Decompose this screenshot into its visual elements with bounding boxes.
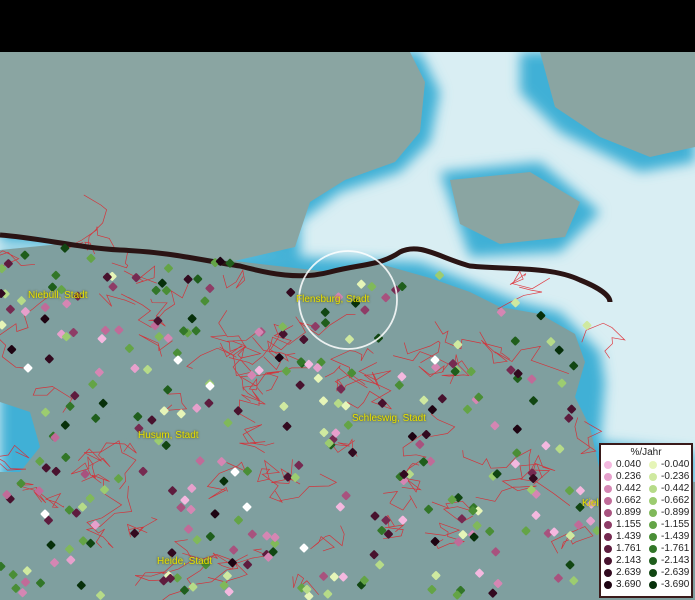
legend-entry: 0.899 [601, 507, 646, 519]
legend-label: 2.143 [616, 555, 642, 566]
legend-label: -3.690 [661, 579, 690, 590]
legend-label: 1.439 [616, 531, 642, 542]
legend-swatch [649, 497, 657, 505]
legend-swatch [649, 521, 657, 529]
legend-label: 0.899 [616, 507, 642, 518]
legend-entry: 1.155 [601, 519, 646, 531]
legend-label: -1.761 [661, 543, 690, 554]
legend-entry: -0.662 [646, 495, 691, 507]
legend-label: -0.662 [661, 495, 690, 506]
legend-label: -0.899 [661, 507, 690, 518]
legend-entry: -2.639 [646, 567, 691, 579]
legend-swatch [649, 545, 657, 553]
legend-swatch [649, 509, 657, 517]
legend-label: 0.662 [616, 495, 642, 506]
city-label-flensburg: Flensburg, Stadt [296, 294, 370, 305]
city-label-heide: Heide, Stadt [157, 556, 213, 567]
legend-entry: 2.639 [601, 567, 646, 579]
legend-swatch [604, 473, 612, 481]
legend-swatch [604, 521, 612, 529]
map-canvas[interactable] [0, 52, 695, 600]
top-bar [0, 0, 695, 52]
legend-label: -0.040 [661, 459, 690, 470]
legend-label: 0.040 [616, 459, 642, 470]
legend-swatch [649, 473, 657, 481]
legend-entry: 0.040 [601, 459, 646, 471]
legend-entry: -0.236 [646, 471, 691, 483]
legend-label: -1.439 [661, 531, 690, 542]
legend-entry: 0.442 [601, 483, 646, 495]
legend-swatch [649, 557, 657, 565]
legend-swatch [604, 461, 612, 469]
legend-swatch [649, 533, 657, 541]
legend-entry: 0.662 [601, 495, 646, 507]
legend-entry: 0.236 [601, 471, 646, 483]
legend-entry: 3.690 [601, 579, 646, 591]
legend-entry: -0.442 [646, 483, 691, 495]
legend-swatch [649, 485, 657, 493]
map-viewer: Niebüll, Stadt Flensburg, Stadt Schleswi… [0, 0, 695, 600]
legend: %/Jahr 0.040 0.236 0.442 0.662 0.899 1.155 1.4… [599, 443, 693, 598]
legend-label: -1.155 [661, 519, 690, 530]
legend-label: -2.639 [661, 567, 690, 578]
legend-swatch [604, 569, 612, 577]
legend-entry: -1.439 [646, 531, 691, 543]
legend-swatch [604, 557, 612, 565]
legend-swatch [649, 461, 657, 469]
city-label-schleswig: Schleswig, Stadt [352, 413, 426, 424]
legend-label: -0.442 [661, 483, 690, 494]
city-label-husum: Husum, Stadt [138, 430, 199, 441]
legend-label: 3.690 [616, 579, 642, 590]
legend-entry: -2.143 [646, 555, 691, 567]
legend-entry: 2.143 [601, 555, 646, 567]
legend-swatch [604, 497, 612, 505]
legend-label: 0.442 [616, 483, 642, 494]
legend-label: 0.236 [616, 471, 642, 482]
city-label-kiel: Kiel [582, 498, 599, 509]
legend-swatch [604, 509, 612, 517]
legend-swatch [604, 581, 612, 589]
legend-swatch [649, 581, 657, 589]
legend-entry: -3.690 [646, 579, 691, 591]
legend-label: 2.639 [616, 567, 642, 578]
legend-entry: 1.761 [601, 543, 646, 555]
legend-title: %/Jahr [630, 447, 662, 458]
legend-label: 1.155 [616, 519, 642, 530]
legend-label: 1.761 [616, 543, 642, 554]
legend-entry: -0.899 [646, 507, 691, 519]
legend-swatch [604, 545, 612, 553]
legend-swatch [604, 485, 612, 493]
legend-entry: -0.040 [646, 459, 691, 471]
legend-negative-column: -0.040 -0.236 -0.442 -0.662 -0.899 -1.155 -1.4… [646, 459, 691, 591]
legend-swatch [604, 533, 612, 541]
city-label-niebuell: Niebüll, Stadt [28, 290, 88, 301]
legend-label: -0.236 [661, 471, 690, 482]
legend-entry: -1.761 [646, 543, 691, 555]
legend-positive-column: 0.040 0.236 0.442 0.662 0.899 1.155 1.439 1.761… [601, 459, 646, 591]
legend-entry: 1.439 [601, 531, 646, 543]
legend-swatch [649, 569, 657, 577]
legend-label: -2.143 [661, 555, 690, 566]
legend-entry: -1.155 [646, 519, 691, 531]
